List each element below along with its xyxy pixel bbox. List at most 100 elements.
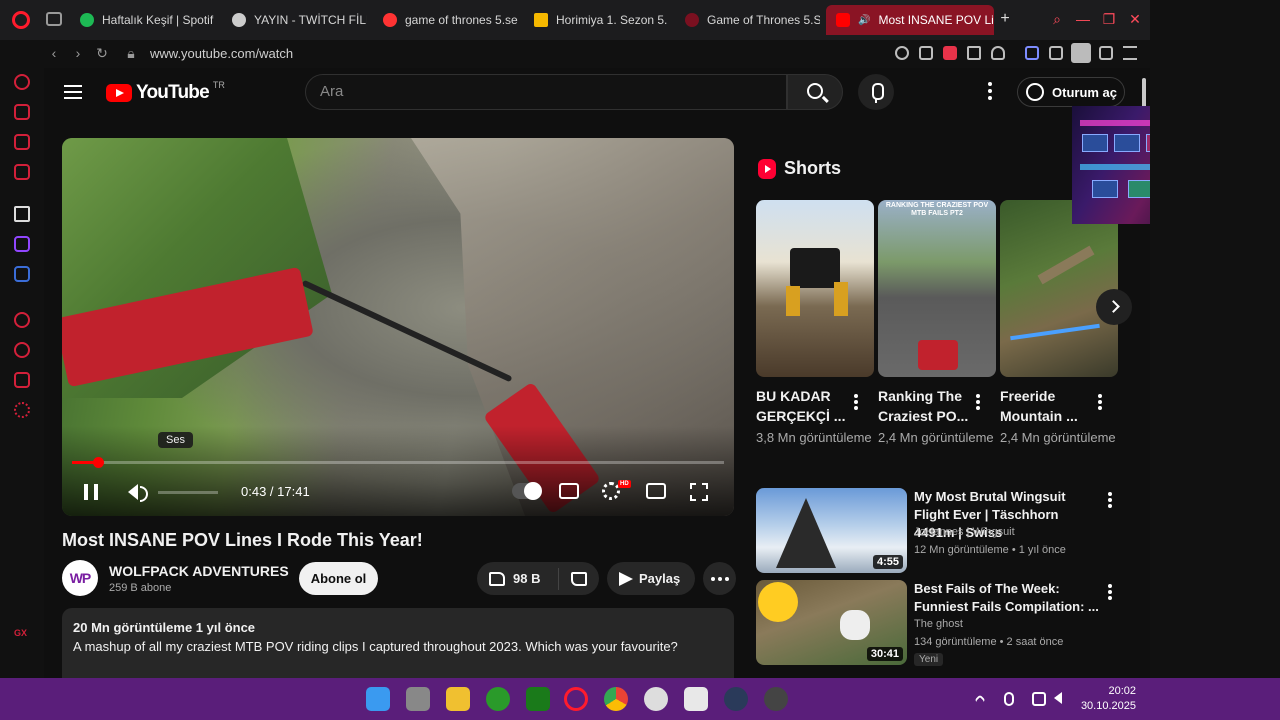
progress-bar[interactable]: [72, 457, 724, 468]
related-thumbnail[interactable]: 30:41: [756, 580, 907, 665]
player-icon[interactable]: [967, 46, 981, 60]
minimize-icon[interactable]: —: [1076, 12, 1090, 26]
profile-avatar[interactable]: [1071, 43, 1091, 63]
volume-icon[interactable]: [128, 484, 148, 502]
search-button[interactable]: [787, 74, 843, 110]
fullscreen-icon[interactable]: [690, 483, 708, 501]
voice-search-button[interactable]: [858, 74, 894, 110]
back-icon[interactable]: ‹: [46, 45, 62, 61]
short-card[interactable]: Freeride Mountain ... 2,4 Mn görüntüleme: [1000, 200, 1118, 445]
mail-icon[interactable]: [14, 164, 30, 180]
related-more-icon[interactable]: [1108, 492, 1112, 510]
short-more-icon[interactable]: [854, 394, 858, 412]
task-view-icon[interactable]: [406, 687, 430, 711]
heart-icon[interactable]: [991, 46, 1005, 60]
opera-logo-icon[interactable]: [12, 11, 30, 29]
notes-icon[interactable]: [684, 687, 708, 711]
menu-icon[interactable]: [64, 85, 82, 99]
extensions-icon[interactable]: [1049, 46, 1063, 60]
url-field[interactable]: www.youtube.com/watch: [150, 46, 293, 61]
chrome-icon[interactable]: [604, 687, 628, 711]
system-clock[interactable]: 20:02 30.10.2025: [1080, 684, 1136, 714]
subscribe-button[interactable]: Abone ol: [299, 562, 378, 595]
autoplay-toggle[interactable]: [512, 482, 542, 500]
new-tab-button[interactable]: +: [998, 11, 1012, 27]
cube-icon[interactable]: [14, 134, 30, 150]
maximize-icon[interactable]: ❐: [1102, 12, 1116, 26]
forward-icon[interactable]: ›: [70, 45, 86, 61]
search-input[interactable]: Ara: [305, 74, 787, 110]
video-player[interactable]: Ses 0:43 / 17:41 HD: [62, 138, 734, 516]
related-video[interactable]: 4:55 My Most Brutal Wingsuit Flight Ever…: [756, 488, 1136, 574]
settings-icon[interactable]: [14, 402, 30, 418]
start-icon[interactable]: [366, 687, 390, 711]
chat-app-icon[interactable]: [14, 206, 30, 222]
xbox-icon[interactable]: [486, 687, 510, 711]
short-more-icon[interactable]: [976, 394, 980, 412]
steam-icon[interactable]: [644, 687, 668, 711]
chevron-up-icon[interactable]: [974, 694, 986, 706]
share-button[interactable]: Paylaş: [607, 562, 695, 595]
related-video[interactable]: 30:41 Best Fails of The Week: Funniest F…: [756, 580, 1136, 666]
short-thumbnail[interactable]: RANKING THE CRAZIEST POV MTB FAILS PT2: [878, 200, 996, 377]
tab-game-of-thrones-search[interactable]: game of thrones 5.se: [373, 5, 518, 35]
obs-icon[interactable]: [724, 687, 748, 711]
theater-mode-icon[interactable]: [646, 483, 666, 499]
download-icon[interactable]: [1099, 46, 1113, 60]
related-thumbnail[interactable]: 4:55: [756, 488, 907, 573]
related-channel[interactable]: JoHannes | Wingsuit: [914, 526, 1015, 538]
app-icon[interactable]: [764, 687, 788, 711]
like-button[interactable]: 98 B: [477, 567, 559, 590]
twitch-icon[interactable]: [14, 236, 30, 252]
play-extension-icon[interactable]: [1025, 46, 1039, 60]
pocket-icon[interactable]: [943, 46, 957, 60]
short-more-icon[interactable]: [1098, 394, 1102, 412]
settings-menu-icon[interactable]: [988, 82, 992, 100]
channel-name[interactable]: WOLFPACK ADVENTURES: [109, 563, 289, 579]
bitwarden-icon[interactable]: [14, 266, 30, 282]
related-channel[interactable]: The ghost: [914, 618, 963, 630]
search-tabs-icon[interactable]: ⌕: [1050, 12, 1064, 26]
close-icon[interactable]: ✕: [1128, 12, 1142, 26]
tab-horimiya[interactable]: Horimiya 1. Sezon 5.: [524, 5, 669, 35]
dislike-button[interactable]: [559, 571, 599, 586]
player-sidebar-icon[interactable]: [14, 312, 30, 328]
more-actions-button[interactable]: [703, 562, 736, 595]
extensions-sidebar-icon[interactable]: [14, 372, 30, 388]
game-launcher-icon[interactable]: [526, 687, 550, 711]
tab-spotify[interactable]: Haftalık Keşif | Spotif: [70, 5, 215, 35]
subtitles-icon[interactable]: [559, 483, 579, 499]
aria-icon[interactable]: [14, 74, 30, 90]
short-title[interactable]: BU KADAR GERÇEKÇİ ...: [756, 386, 856, 426]
pause-icon[interactable]: [84, 484, 98, 500]
file-explorer-icon[interactable]: [446, 687, 470, 711]
short-card[interactable]: RANKING THE CRAZIEST POV MTB FAILS PT2 R…: [878, 200, 996, 445]
youtube-logo[interactable]: YouTube TR: [106, 80, 225, 104]
shorts-next-button[interactable]: [1096, 289, 1132, 325]
description-box[interactable]: 20 Mn görüntüleme 1 yıl önce A mashup of…: [62, 608, 734, 678]
short-thumbnail[interactable]: [756, 200, 874, 377]
pin-icon[interactable]: [895, 46, 909, 60]
related-title[interactable]: Best Fails of The Week: Funniest Fails C…: [914, 580, 1099, 616]
related-more-icon[interactable]: [1108, 584, 1112, 602]
shop-icon[interactable]: [14, 104, 30, 120]
tab-menu-icon[interactable]: [46, 12, 62, 26]
signin-button[interactable]: Oturum aç: [1017, 77, 1125, 107]
opera-gx-taskbar-icon[interactable]: [564, 687, 588, 711]
short-title[interactable]: Ranking The Craziest PO...: [878, 386, 978, 426]
short-card[interactable]: BU KADAR GERÇEKÇİ ... 3,8 Mn görüntüleme: [756, 200, 874, 445]
easy-setup-icon[interactable]: [1123, 46, 1137, 60]
short-thumbnail[interactable]: [1000, 200, 1118, 377]
volume-slider[interactable]: [158, 491, 218, 494]
snapshot-icon[interactable]: [919, 46, 933, 60]
volume-tray-icon[interactable]: [1054, 692, 1068, 706]
short-title[interactable]: Freeride Mountain ...: [1000, 386, 1100, 426]
gx-icon[interactable]: GX: [14, 628, 30, 644]
network-icon[interactable]: [1032, 692, 1046, 706]
tab-youtube-active[interactable]: 🔊 Most INSANE POV Lin: [826, 5, 994, 35]
microphone-icon[interactable]: [1004, 692, 1014, 706]
channel-avatar[interactable]: WP: [62, 560, 98, 596]
history-icon[interactable]: [14, 342, 30, 358]
tab-game-of-thrones[interactable]: Game of Thrones 5.S: [675, 5, 820, 35]
tab-twitch-film[interactable]: YAYIN - TWİTCH FİLM: [222, 5, 367, 35]
